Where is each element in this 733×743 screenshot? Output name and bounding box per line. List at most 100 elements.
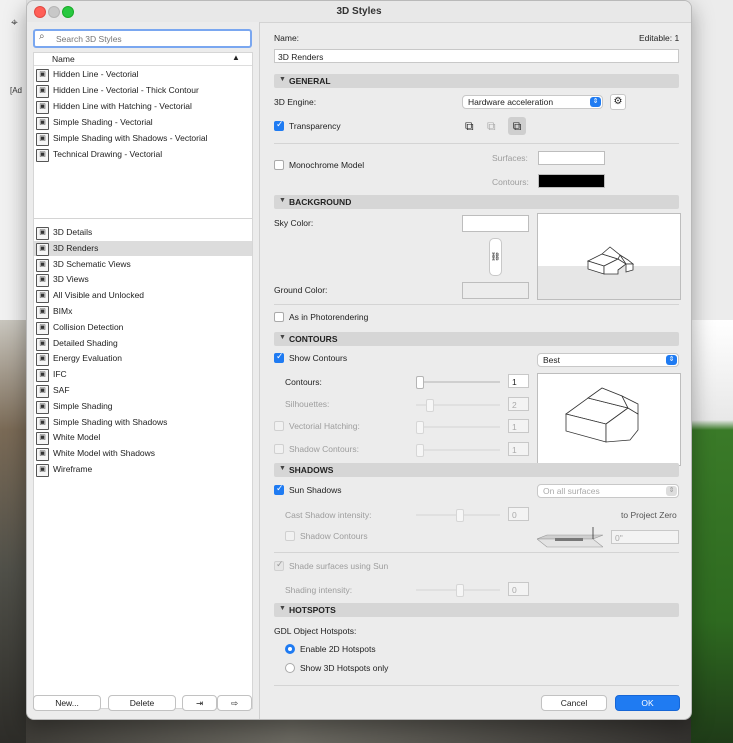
contours-value-field[interactable]: 1 xyxy=(508,374,529,388)
surfaces-color-swatch[interactable] xyxy=(538,151,605,165)
style-list-item[interactable]: ▣ Hidden Line with Hatching - Vectorial xyxy=(34,99,252,114)
render-mode-one-icon[interactable]: ⧉ xyxy=(465,119,474,134)
vectorial-hatching-checkbox[interactable] xyxy=(274,421,284,431)
style-list-item[interactable]: ▣ Simple Shading xyxy=(34,399,252,414)
background-app-toolbar: ⌖ [Ad xyxy=(0,0,27,320)
window-title: 3D Styles xyxy=(336,6,382,17)
silhouettes-value-field[interactable]: 2 xyxy=(508,397,529,411)
silhouettes-slider[interactable] xyxy=(416,399,500,412)
minimize-window-button[interactable] xyxy=(48,6,60,18)
3d-engine-select[interactable]: Hardware acceleration ⇕ xyxy=(462,95,603,109)
style-list-item[interactable]: ▣ All Visible and Unlocked xyxy=(34,288,252,304)
slider-knob[interactable] xyxy=(416,444,424,457)
background-section-header[interactable]: ▼ BACKGROUND xyxy=(274,195,679,209)
sort-ascending-icon[interactable]: ▲ xyxy=(232,53,240,62)
contours-color-swatch[interactable] xyxy=(538,174,605,188)
slider-knob[interactable] xyxy=(416,376,424,389)
render-mode-three-icon[interactable]: ⧉ xyxy=(508,117,526,135)
silhouettes-label: Silhouettes: xyxy=(285,399,330,409)
style-list-item[interactable]: ▣ SAF xyxy=(34,383,252,398)
style-name-field[interactable]: 3D Renders xyxy=(274,49,679,63)
style-list-item[interactable]: ▣ Simple Shading with Shadows - Vectorial xyxy=(34,131,252,146)
contour-quality-select[interactable]: Best ⇕ xyxy=(537,353,679,367)
shadow-surfaces-select[interactable]: On all surfaces ⇕ xyxy=(537,484,679,498)
general-section-header[interactable]: ▼ GENERAL xyxy=(274,74,679,88)
shading-intensity-slider[interactable] xyxy=(416,584,500,597)
ok-button[interactable]: OK xyxy=(615,695,680,711)
background-app-label: [Ad xyxy=(10,86,23,95)
style-list-item[interactable]: ▣ White Model xyxy=(34,430,252,446)
engine-settings-gear-icon[interactable]: ⚙ xyxy=(610,94,626,110)
shadow-contours-value-field[interactable]: 1 xyxy=(508,442,529,456)
style-list-item[interactable]: ▣ 3D Views xyxy=(34,272,252,288)
search-icon: ⌕ xyxy=(39,31,45,42)
ground-color-swatch[interactable] xyxy=(462,282,529,299)
slider-knob[interactable] xyxy=(456,509,464,522)
shadow-contours-width-checkbox[interactable] xyxy=(274,444,284,454)
angle-value-field[interactable]: 0" xyxy=(611,530,679,544)
export-style-button[interactable]: ⇨ xyxy=(217,695,252,711)
style-list-item[interactable]: ▣ Technical Drawing - Vectorial xyxy=(34,147,252,162)
style-list-item[interactable]: ▣ Hidden Line - Vectorial xyxy=(34,67,252,82)
search-input[interactable] xyxy=(54,32,248,46)
3d-style-icon: ▣ xyxy=(36,306,49,319)
style-list-item[interactable]: ▣ 3D Details xyxy=(34,225,252,240)
new-style-button[interactable]: New... xyxy=(33,695,101,711)
style-list-item[interactable]: ▣ 3D Schematic Views xyxy=(34,257,252,272)
list-header[interactable]: Name ▲ xyxy=(34,53,252,66)
contours-preview xyxy=(537,373,681,466)
link-colors-chain-icon[interactable]: ⛓ xyxy=(489,238,502,276)
monochrome-checkbox[interactable] xyxy=(274,160,284,170)
slider-knob[interactable] xyxy=(426,399,434,412)
style-list-item[interactable]: ▣ 3D Renders xyxy=(34,240,252,256)
shadow-contours-checkbox[interactable] xyxy=(285,531,295,541)
render-mode-two-icon[interactable]: ⧉ xyxy=(487,119,496,134)
transparency-checkbox[interactable] xyxy=(274,119,284,131)
cast-shadow-value-field[interactable]: 0 xyxy=(508,507,529,521)
shading-intensity-value-field[interactable]: 0 xyxy=(508,582,529,596)
style-list-item[interactable]: ▣ BIMx xyxy=(34,304,252,319)
contours-section-header[interactable]: ▼ CONTOURS xyxy=(274,332,679,346)
sky-color-swatch[interactable] xyxy=(462,215,529,232)
delete-style-button[interactable]: Delete xyxy=(108,695,176,711)
name-column-header[interactable]: Name xyxy=(52,54,75,64)
sun-shadows-checkbox[interactable] xyxy=(274,483,284,495)
name-label: Name: xyxy=(274,33,300,43)
style-list-item[interactable]: ▣ Collision Detection xyxy=(34,320,252,335)
sun-shadows-label: Sun Shadows xyxy=(289,485,342,495)
enable-2d-hotspots-radio[interactable] xyxy=(285,644,295,654)
shadow-contours-slider[interactable] xyxy=(416,444,500,457)
zoom-window-button[interactable] xyxy=(62,6,74,18)
style-list-item-label: Wireframe xyxy=(53,464,93,474)
shading-intensity-label: Shading intensity: xyxy=(285,585,353,595)
style-list-item[interactable]: ▣ Energy Evaluation xyxy=(34,351,252,367)
cancel-button[interactable]: Cancel xyxy=(541,695,607,711)
shade-surfaces-checkbox[interactable] xyxy=(274,559,284,571)
slider-knob[interactable] xyxy=(456,584,464,597)
style-list-item[interactable]: ▣ Hidden Line - Vectorial - Thick Contour xyxy=(34,83,252,98)
photorendering-checkbox[interactable] xyxy=(274,312,284,322)
vectorial-hatching-value-field[interactable]: 1 xyxy=(508,419,529,433)
cast-shadow-slider[interactable] xyxy=(416,509,500,522)
3d-style-icon: ▣ xyxy=(36,133,49,146)
style-list-item[interactable]: ▣ Wireframe xyxy=(34,462,252,477)
import-style-button[interactable]: ⇥ xyxy=(182,695,217,711)
style-list-item[interactable]: ▣ Detailed Shading xyxy=(34,336,252,351)
show-contours-checkbox[interactable] xyxy=(274,351,284,363)
show-3d-hotspots-radio[interactable] xyxy=(285,663,295,673)
shadows-section-header[interactable]: ▼ SHADOWS xyxy=(274,463,679,477)
close-window-button[interactable] xyxy=(34,6,46,18)
style-list-item[interactable]: ▣ Simple Shading - Vectorial xyxy=(34,115,252,130)
hotspots-section-header[interactable]: ▼ HOTSPOTS xyxy=(274,603,679,617)
contours-section-title: CONTOURS xyxy=(289,334,338,344)
style-list-item[interactable]: ▣ White Model with Shadows xyxy=(34,446,252,462)
style-list-item[interactable]: ▣ IFC xyxy=(34,367,252,383)
slider-knob[interactable] xyxy=(416,421,424,434)
background-render-left xyxy=(0,320,26,743)
contours-slider[interactable] xyxy=(416,376,500,389)
style-settings-panel: Name: Editable: 1 3D Renders ▼ GENERAL 3… xyxy=(260,22,691,719)
vectorial-hatching-slider[interactable] xyxy=(416,421,500,434)
search-box[interactable]: ⌕ xyxy=(33,29,252,48)
style-list-item-label: White Model xyxy=(53,432,101,443)
style-list-item[interactable]: ▣ Simple Shading with Shadows xyxy=(34,415,252,430)
